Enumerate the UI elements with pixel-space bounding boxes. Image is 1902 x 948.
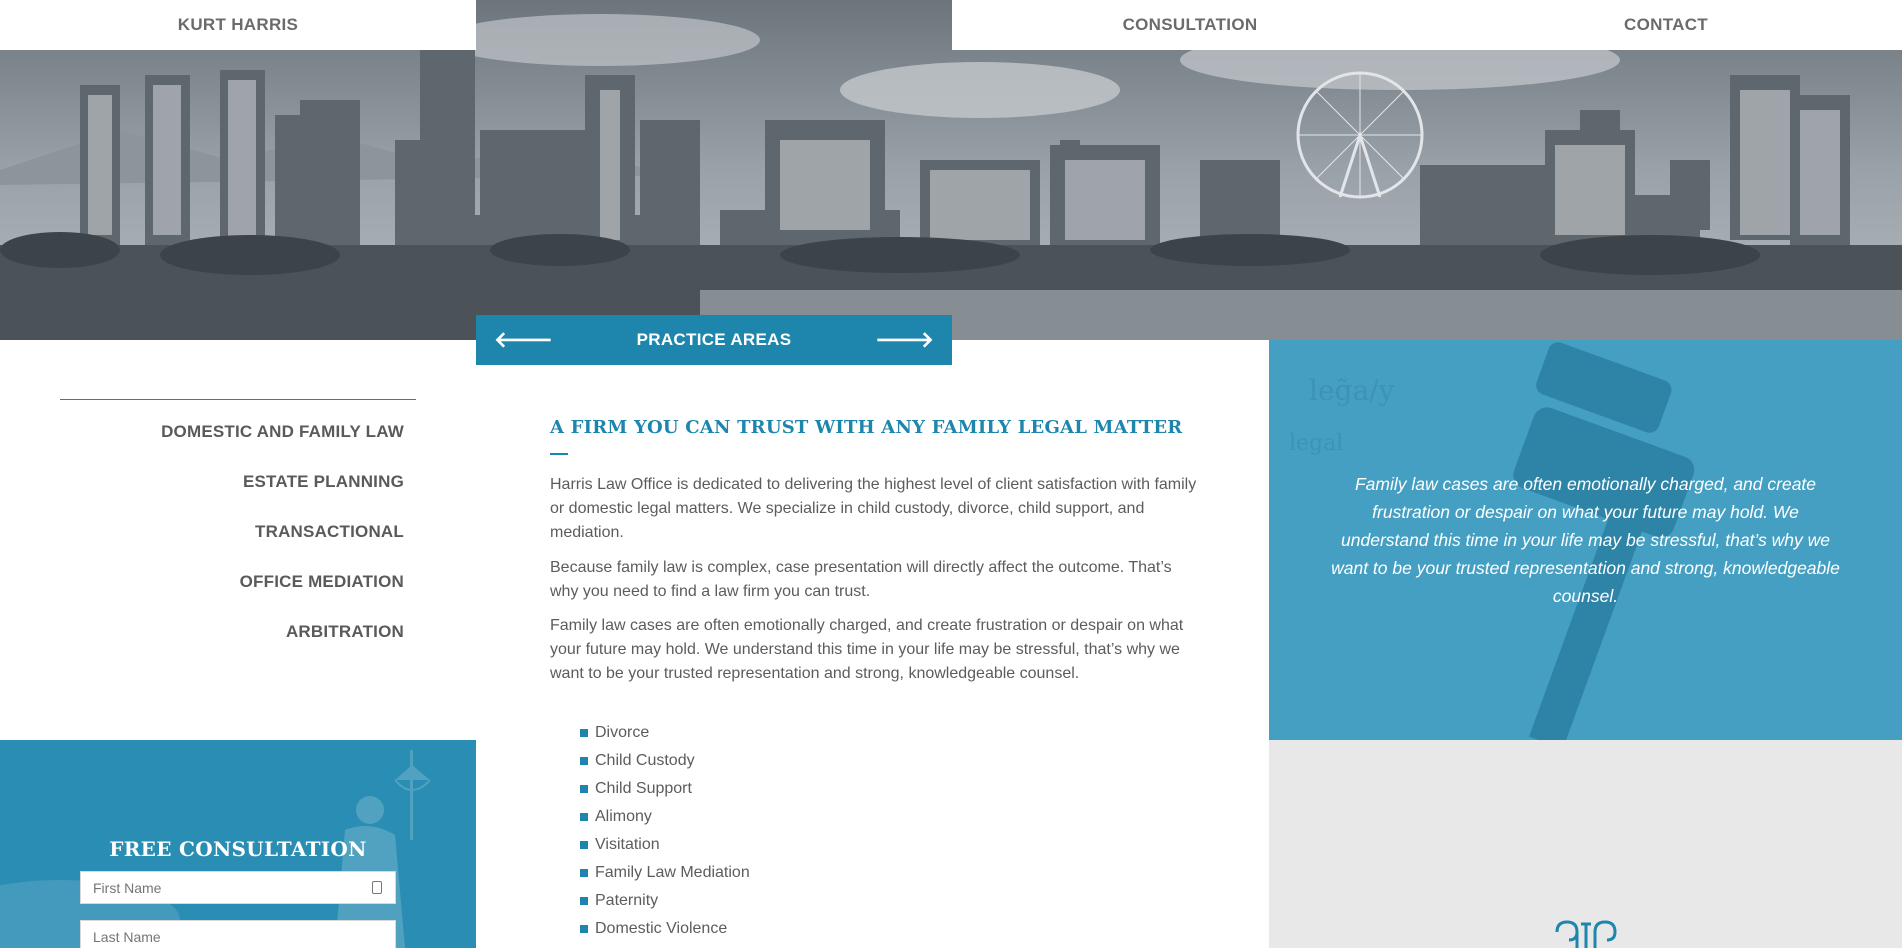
list-item: Child Custody — [580, 747, 750, 775]
service-label: Divorce — [595, 724, 650, 741]
menu-item-transactional[interactable]: TRANSACTIONAL — [255, 522, 404, 542]
nav-consultation-link[interactable]: CONSULTATION — [952, 0, 1428, 50]
arrow-left-icon[interactable]: 🡐 — [494, 327, 553, 353]
consultation-title: FREE CONSULTATION — [109, 837, 367, 861]
consultation-panel: FREE CONSULTATION — [0, 740, 476, 948]
menu-item-office-mediation[interactable]: OFFICE MEDIATION — [240, 572, 404, 592]
nav-contact-link[interactable]: CONTACT — [1428, 0, 1902, 50]
law-column-logo-icon — [1555, 920, 1617, 948]
svg-text:legal: legal — [1289, 431, 1343, 456]
service-label: Domestic Violence — [595, 920, 728, 937]
square-bullet-icon — [580, 757, 588, 765]
square-bullet-icon — [580, 841, 588, 849]
heading-underline — [550, 453, 568, 455]
service-label: Visitation — [595, 836, 660, 853]
square-bullet-icon — [580, 813, 588, 821]
list-item: Paternity — [580, 887, 750, 915]
hero-cityscape-image — [0, 0, 1902, 340]
quote-panel: leg̃a/y legal Family law cases are often… — [1269, 340, 1902, 740]
svg-text:leg̃a/y: leg̃a/y — [1309, 374, 1395, 407]
service-label: Alimony — [595, 808, 652, 825]
emotional-paragraph: Family law cases are often emotionally c… — [550, 617, 1184, 682]
square-bullet-icon — [580, 925, 588, 933]
service-label: Paternity — [595, 892, 659, 909]
practice-areas-label[interactable]: PRACTICE AREAS — [637, 330, 792, 350]
service-label: Child Custody — [595, 752, 695, 769]
practice-areas-bar: 🡐 PRACTICE AREAS 🡒 — [476, 315, 952, 365]
nav-brand-link[interactable]: KURT HARRIS — [0, 0, 476, 50]
contact-card-icon — [372, 881, 382, 894]
square-bullet-icon — [580, 785, 588, 793]
first-name-field[interactable] — [80, 871, 396, 904]
menu-item-arbitration[interactable]: ARBITRATION — [286, 622, 404, 642]
service-label: Family Law Mediation — [595, 864, 750, 881]
practice-menu: DOMESTIC AND FAMILY LAW ESTATE PLANNING … — [0, 340, 476, 740]
list-item: Domestic Violence — [580, 915, 750, 943]
square-bullet-icon — [580, 729, 588, 737]
intro-paragraph: Harris Law Office is dedicated to delive… — [550, 476, 1197, 541]
arrow-right-icon[interactable]: 🡒 — [875, 327, 934, 353]
services-list: Divorce Child Custody Child Support Alim… — [580, 719, 750, 943]
main-heading: A FIRM YOU CAN TRUST WITH ANY FAMILY LEG… — [550, 417, 1183, 438]
menu-divider — [60, 399, 416, 400]
menu-item-estate-planning[interactable]: ESTATE PLANNING — [243, 472, 404, 492]
list-item: Alimony — [580, 803, 750, 831]
service-label: Child Support — [595, 780, 692, 797]
list-item: Family Law Mediation — [580, 859, 750, 887]
right-lower-panel — [1269, 740, 1902, 948]
last-name-field[interactable] — [80, 920, 396, 948]
menu-item-domestic-family-law[interactable]: DOMESTIC AND FAMILY LAW — [161, 422, 404, 442]
complexity-paragraph: Because family law is complex, case pres… — [550, 559, 1172, 600]
list-item: Child Support — [580, 775, 750, 803]
square-bullet-icon — [580, 869, 588, 877]
square-bullet-icon — [580, 897, 588, 905]
list-item: Visitation — [580, 831, 750, 859]
quote-text: Family law cases are often emotionally c… — [1331, 474, 1840, 606]
list-item: Divorce — [580, 719, 750, 747]
